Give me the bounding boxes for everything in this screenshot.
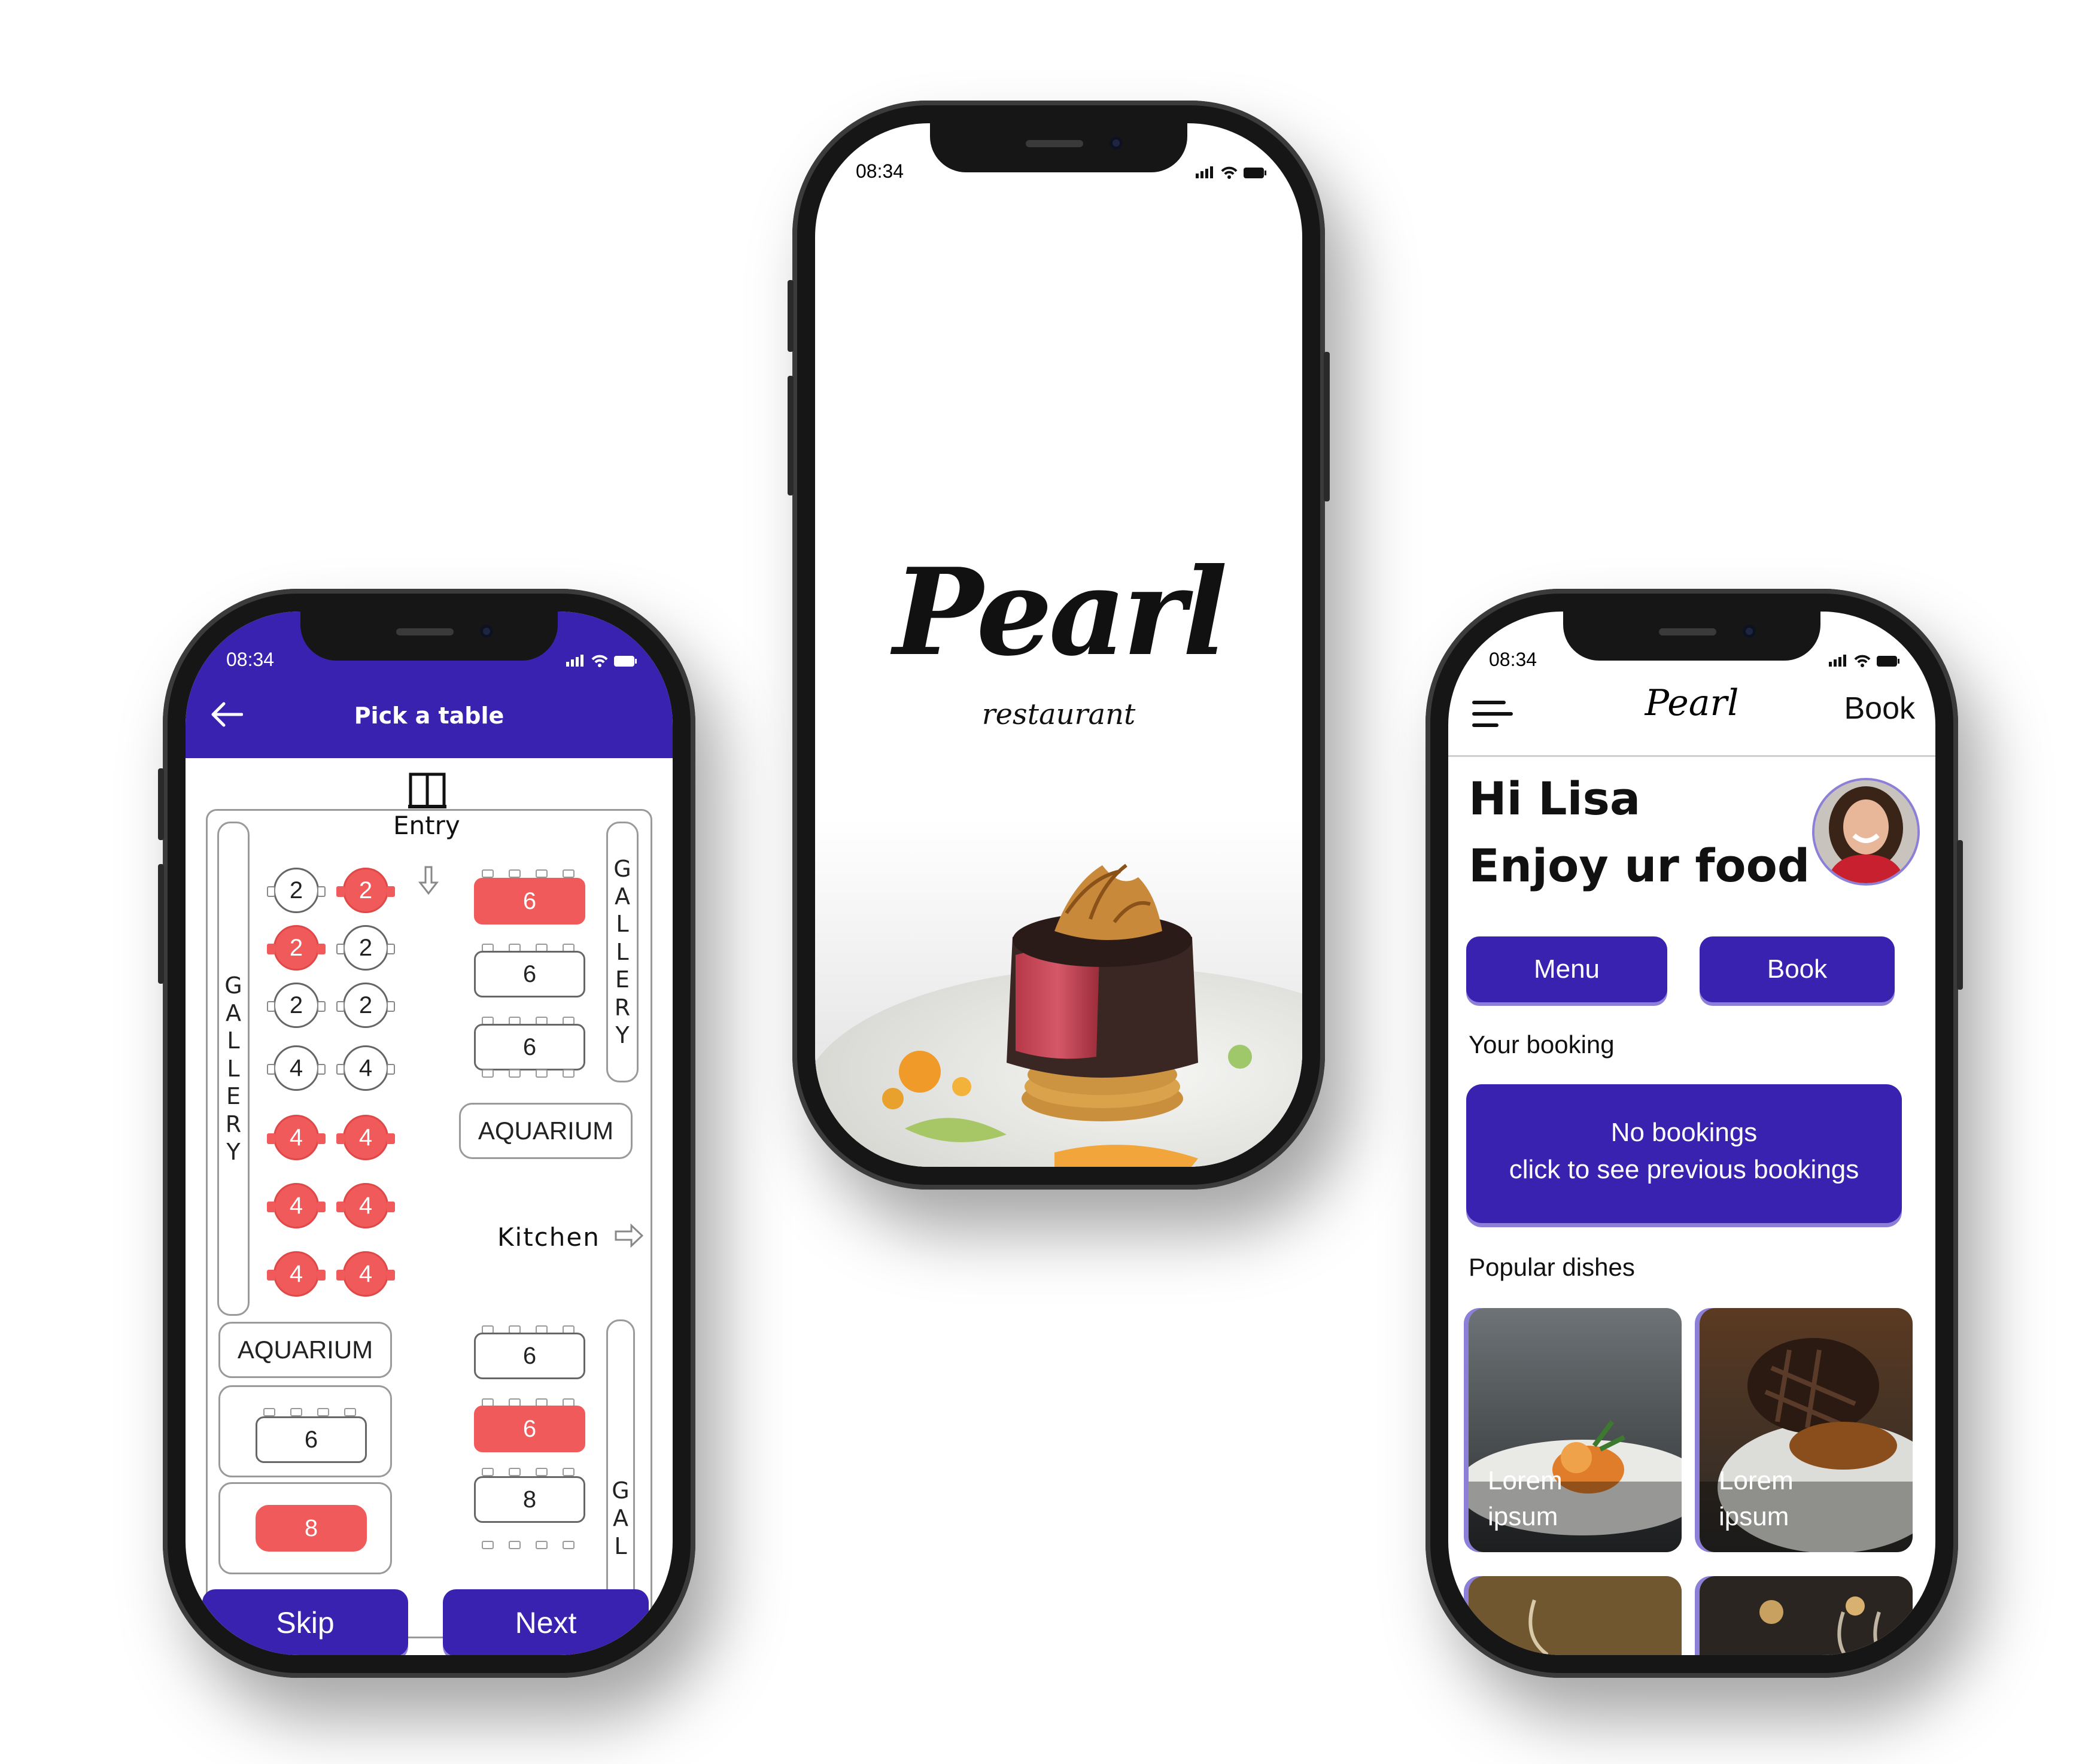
table-round-taken[interactable]: 4 (336, 1183, 395, 1228)
door-icon (408, 772, 446, 808)
dish-image (1469, 1576, 1682, 1655)
status-time: 08:34 (1489, 649, 1537, 670)
table-long[interactable]: 6 (474, 1333, 585, 1379)
table-long-taken[interactable]: 6 (474, 1406, 585, 1452)
booking-card[interactable]: No bookings click to see previous bookin… (1466, 1084, 1902, 1223)
table-picker-phone: 08:34 Pick a table Entry G A L L E R Y G… (158, 589, 695, 1678)
table-long[interactable]: 6 (474, 1024, 585, 1070)
booking-card-line2: click to see previous bookings (1509, 1155, 1859, 1184)
gallery-left: GA LL ER Y (217, 822, 250, 1316)
splash-phone: 08:34 Pearl restaurant (788, 101, 1330, 1190)
table-round-taken[interactable]: 4 (267, 1183, 326, 1228)
menu-button[interactable]: Menu (1466, 936, 1667, 1002)
table-round-taken[interactable]: 4 (336, 1251, 395, 1297)
table-round[interactable]: 2 (336, 983, 395, 1028)
dish-image (1700, 1576, 1913, 1655)
table-round[interactable]: 2 (336, 925, 395, 971)
table-round-taken[interactable]: 2 (336, 868, 395, 913)
table-picker-screen: 08:34 Pick a table Entry G A L L E R Y G… (186, 612, 673, 1655)
table-long[interactable]: 6 (474, 951, 585, 997)
booking-card-line1: No bookings (1610, 1118, 1758, 1147)
dish-card[interactable]: Lorem ipsum (1700, 1308, 1913, 1552)
greeting-subtitle: Enjoy ur food (1469, 839, 1810, 892)
avatar[interactable] (1814, 780, 1917, 883)
book-link[interactable]: Book (1844, 691, 1915, 726)
arrow-down-icon (418, 866, 439, 895)
splash-subtitle: restaurant (981, 698, 1136, 731)
table-long[interactable]: 8 (474, 1476, 585, 1523)
status-icons (566, 655, 637, 667)
table-round[interactable]: 4 (267, 1045, 326, 1091)
splash-brand: Pearl (893, 542, 1227, 683)
status-icons (1196, 166, 1266, 179)
table-round[interactable]: 4 (336, 1045, 395, 1091)
your-booking-label: Your booking (1469, 1030, 1615, 1059)
table-round-taken[interactable]: 2 (267, 925, 326, 971)
dish-card[interactable]: Lorem ipsum (1469, 1308, 1682, 1552)
entry-label: Entry (393, 811, 460, 840)
arrow-right-icon (615, 1224, 643, 1248)
home-phone: 08:34 Pearl Book Hi Lisa Enjoy ur food M… (1425, 589, 1963, 1678)
gallery-right-bottom: GA L (606, 1319, 635, 1631)
table-round-taken[interactable]: 4 (267, 1115, 326, 1160)
home-screen: 08:34 Pearl Book Hi Lisa Enjoy ur food M… (1448, 612, 1935, 1655)
aquarium-right: AQUARIUM (459, 1103, 633, 1159)
dish-card[interactable] (1469, 1576, 1682, 1655)
next-button[interactable]: Next (443, 1589, 649, 1655)
table-long-taken[interactable]: 6 (474, 878, 585, 924)
splash-screen: 08:34 Pearl restaurant (815, 123, 1302, 1167)
table-round-taken[interactable]: 4 (267, 1251, 326, 1297)
status-time: 08:34 (226, 649, 275, 670)
kitchen-label: Kitchen (497, 1222, 600, 1252)
table-long-taken[interactable]: 8 (256, 1505, 367, 1552)
status-icons (1829, 655, 1899, 667)
table-round[interactable]: 2 (267, 868, 326, 913)
book-button[interactable]: Book (1700, 936, 1895, 1002)
page-title: Pick a table (354, 702, 504, 729)
floor-plan: Entry GA LL ER Y GA LL ER Y GA L 2 2 2 2… (206, 809, 652, 1655)
table-round[interactable]: 2 (267, 983, 326, 1028)
status-time: 08:34 (856, 160, 904, 182)
skip-button[interactable]: Skip (202, 1589, 408, 1655)
dish-card[interactable] (1700, 1576, 1913, 1655)
avatar-image (1814, 780, 1917, 883)
popular-dishes-label: Popular dishes (1469, 1253, 1635, 1281)
steak-image (815, 817, 1302, 1167)
table-round-taken[interactable]: 4 (336, 1115, 395, 1160)
aquarium-left: AQUARIUM (218, 1322, 392, 1378)
greeting-name: Hi Lisa (1469, 772, 1641, 825)
table-long[interactable]: 6 (256, 1416, 367, 1463)
gallery-right-top: GA LL ER Y (606, 822, 639, 1082)
